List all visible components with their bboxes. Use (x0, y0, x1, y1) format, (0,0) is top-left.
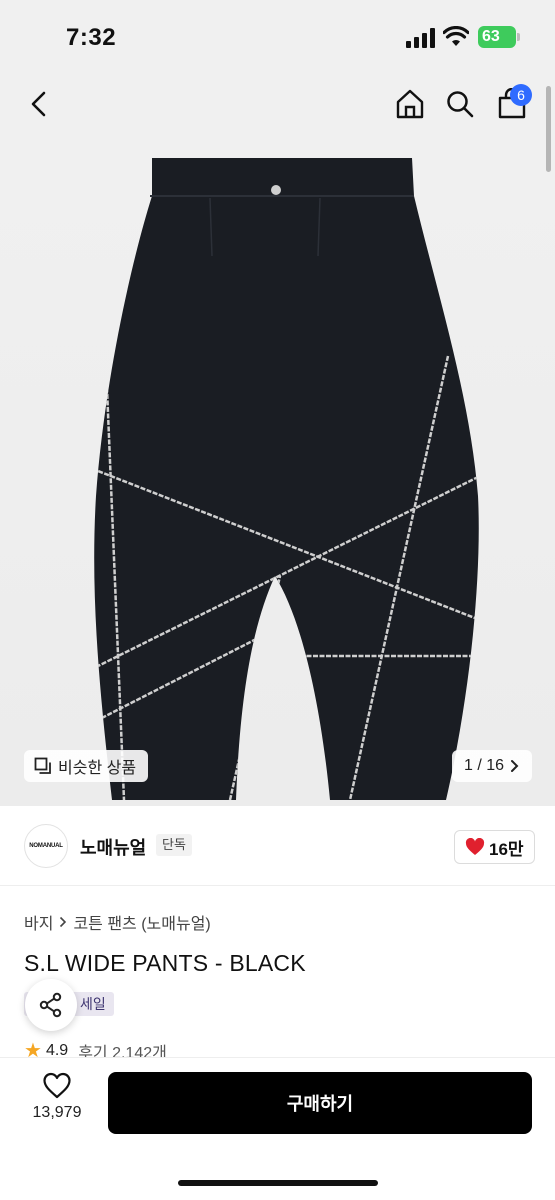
share-icon (39, 992, 62, 1018)
back-button[interactable] (20, 84, 60, 124)
wishlist-button[interactable]: 13,979 (22, 1072, 92, 1138)
battery-tip (517, 33, 520, 41)
exclusive-tag: 단독 (156, 834, 192, 856)
bottom-action-bar: 13,979 구매하기 (0, 1058, 555, 1200)
brand-name[interactable]: 노매뉴얼 (80, 834, 146, 860)
similar-products-button[interactable]: 비슷한 상품 (24, 750, 149, 782)
battery-indicator: 63 (478, 26, 516, 48)
chevron-right-icon (60, 916, 67, 928)
wishlist-count: 13,979 (32, 1104, 82, 1121)
home-icon (396, 89, 424, 119)
share-button[interactable] (25, 979, 77, 1031)
status-time: 7:32 (66, 24, 117, 51)
buy-button[interactable]: 구매하기 (108, 1072, 532, 1134)
back-icon (31, 91, 46, 117)
brand-like-count: 16만 (489, 839, 524, 859)
home-button[interactable] (390, 84, 430, 124)
breadcrumb-category[interactable]: 바지 (24, 910, 53, 934)
rating-value: 4.9 (45, 1041, 69, 1059)
top-nav (0, 72, 555, 136)
heart-icon (465, 838, 485, 855)
cart-count-badge: 6 (510, 84, 532, 106)
scroll-indicator (546, 86, 551, 172)
signal-icon (406, 28, 435, 48)
home-indicator (178, 1180, 378, 1186)
pager-text: 1 / 16 (464, 757, 505, 774)
chevron-right-icon (511, 760, 519, 772)
similar-icon (34, 757, 51, 774)
breadcrumb: 바지 코튼 팬츠 (노매뉴얼) (24, 910, 211, 934)
product-title: S.L WIDE PANTS - BLACK (24, 950, 306, 976)
product-image-gallery[interactable] (0, 136, 555, 806)
breadcrumb-subcategory[interactable]: 코튼 팬츠 (노매뉴얼) (73, 910, 210, 934)
search-button[interactable] (440, 84, 480, 124)
similar-products-label: 비슷한 상품 (58, 760, 137, 777)
brand-logo[interactable]: NOMANUAL (24, 824, 68, 868)
wifi-icon (443, 26, 469, 46)
product-photo (94, 158, 479, 800)
brand-like-button[interactable]: 16만 (454, 830, 535, 864)
brand-row: NOMANUAL 노매뉴얼 단독 16만 (0, 806, 555, 886)
status-bar: 7:32 63 (0, 0, 555, 72)
heart-outline-icon (43, 1072, 71, 1099)
search-icon (447, 91, 474, 118)
image-pager[interactable]: 1 / 16 (452, 750, 533, 782)
